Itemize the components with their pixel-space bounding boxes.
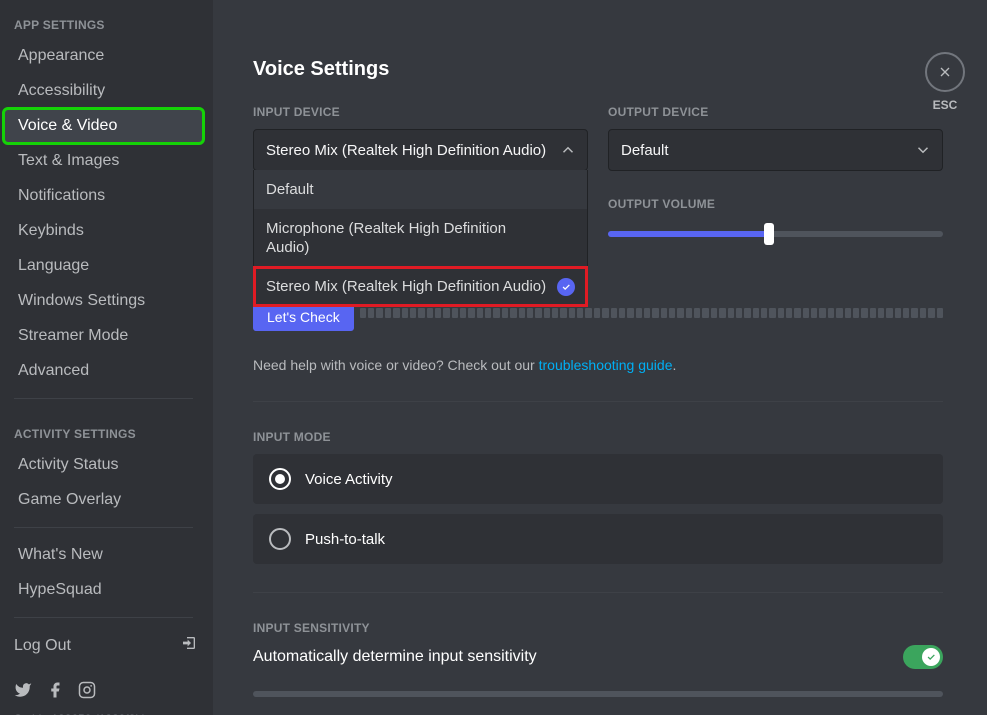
output-device-selected: Default: [621, 142, 669, 159]
input-device-select[interactable]: Stereo Mix (Realtek High Definition Audi…: [253, 129, 588, 171]
twitter-icon[interactable]: [14, 681, 32, 704]
close-icon: [925, 52, 965, 92]
lets-check-button[interactable]: Let's Check: [253, 303, 354, 331]
radio-label: Push-to-talk: [305, 531, 385, 548]
settings-sidebar: APP SETTINGS Appearance Accessibility Vo…: [0, 0, 213, 715]
instagram-icon[interactable]: [78, 681, 96, 704]
sidebar-item-game-overlay[interactable]: Game Overlay: [4, 483, 203, 517]
divider: [14, 527, 193, 528]
mic-level-meter: [360, 308, 943, 318]
divider: [14, 398, 193, 399]
sidebar-section-activity: ACTIVITY SETTINGS: [0, 409, 207, 447]
check-icon: [557, 278, 575, 296]
input-mode-label: INPUT MODE: [253, 430, 943, 444]
radio-label: Voice Activity: [305, 471, 393, 488]
input-device-dropdown: Default Microphone (Realtek High Definit…: [253, 170, 588, 307]
slider-thumb[interactable]: [764, 223, 774, 245]
radio-checked-icon: [269, 468, 291, 490]
output-device-select[interactable]: Default: [608, 129, 943, 171]
sidebar-item-appearance[interactable]: Appearance: [4, 39, 203, 73]
sidebar-item-hypesquad[interactable]: HypeSquad: [4, 573, 203, 607]
close-button[interactable]: ESC: [925, 52, 965, 112]
sidebar-item-keybinds[interactable]: Keybinds: [4, 214, 203, 248]
input-sensitivity-label: INPUT SENSITIVITY: [253, 621, 943, 635]
auto-sensitivity-toggle[interactable]: [903, 645, 943, 669]
sensitivity-bar: [253, 691, 943, 697]
sidebar-item-streamer-mode[interactable]: Streamer Mode: [4, 319, 203, 353]
chevron-up-icon: [559, 141, 577, 159]
output-volume-label: OUTPUT VOLUME: [608, 197, 943, 211]
page-title: Voice Settings: [253, 58, 943, 81]
sidebar-section-app: APP SETTINGS: [0, 0, 207, 38]
toggle-knob: [922, 648, 940, 666]
output-device-label: OUTPUT DEVICE: [608, 105, 943, 119]
slider-fill: [608, 231, 769, 237]
chevron-down-icon: [914, 141, 932, 159]
input-mode-voice-activity[interactable]: Voice Activity: [253, 454, 943, 504]
sidebar-item-language[interactable]: Language: [4, 249, 203, 283]
sidebar-item-activity-status[interactable]: Activity Status: [4, 448, 203, 482]
sidebar-item-notifications[interactable]: Notifications: [4, 179, 203, 213]
help-prefix: Need help with voice or video? Check out…: [253, 357, 539, 373]
troubleshooting-link[interactable]: troubleshooting guide: [539, 357, 673, 373]
divider: [253, 592, 943, 593]
radio-unchecked-icon: [269, 528, 291, 550]
sidebar-item-voice-video[interactable]: Voice & Video: [4, 109, 203, 143]
dropdown-option-microphone[interactable]: Microphone (Realtek High Definition Audi…: [254, 209, 587, 267]
divider: [14, 617, 193, 618]
logout-label: Log Out: [14, 637, 71, 655]
sidebar-item-text-images[interactable]: Text & Images: [4, 144, 203, 178]
logout-icon: [181, 635, 197, 656]
sidebar-item-logout[interactable]: Log Out: [0, 628, 207, 663]
sidebar-item-advanced[interactable]: Advanced: [4, 354, 203, 388]
input-device-selected: Stereo Mix (Realtek High Definition Audi…: [266, 142, 546, 159]
output-volume-slider[interactable]: [608, 221, 943, 245]
help-text: Need help with voice or video? Check out…: [253, 357, 943, 373]
sidebar-item-windows-settings[interactable]: Windows Settings: [4, 284, 203, 318]
input-device-label: INPUT DEVICE: [253, 105, 588, 119]
divider: [253, 401, 943, 402]
auto-sensitivity-label: Automatically determine input sensitivit…: [253, 648, 537, 666]
social-links: [0, 663, 207, 712]
settings-content: ESC Voice Settings INPUT DEVICE Stereo M…: [213, 0, 987, 715]
sidebar-item-whats-new[interactable]: What's New: [4, 538, 203, 572]
dropdown-option-default[interactable]: Default: [254, 170, 587, 209]
sidebar-item-accessibility[interactable]: Accessibility: [4, 74, 203, 108]
dropdown-option-stereo-mix[interactable]: Stereo Mix (Realtek High Definition Audi…: [254, 267, 587, 306]
close-label: ESC: [933, 98, 958, 112]
facebook-icon[interactable]: [46, 681, 64, 704]
input-mode-push-to-talk[interactable]: Push-to-talk: [253, 514, 943, 564]
dropdown-option-label: Stereo Mix (Realtek High Definition Audi…: [266, 278, 546, 295]
help-suffix: .: [673, 357, 677, 373]
